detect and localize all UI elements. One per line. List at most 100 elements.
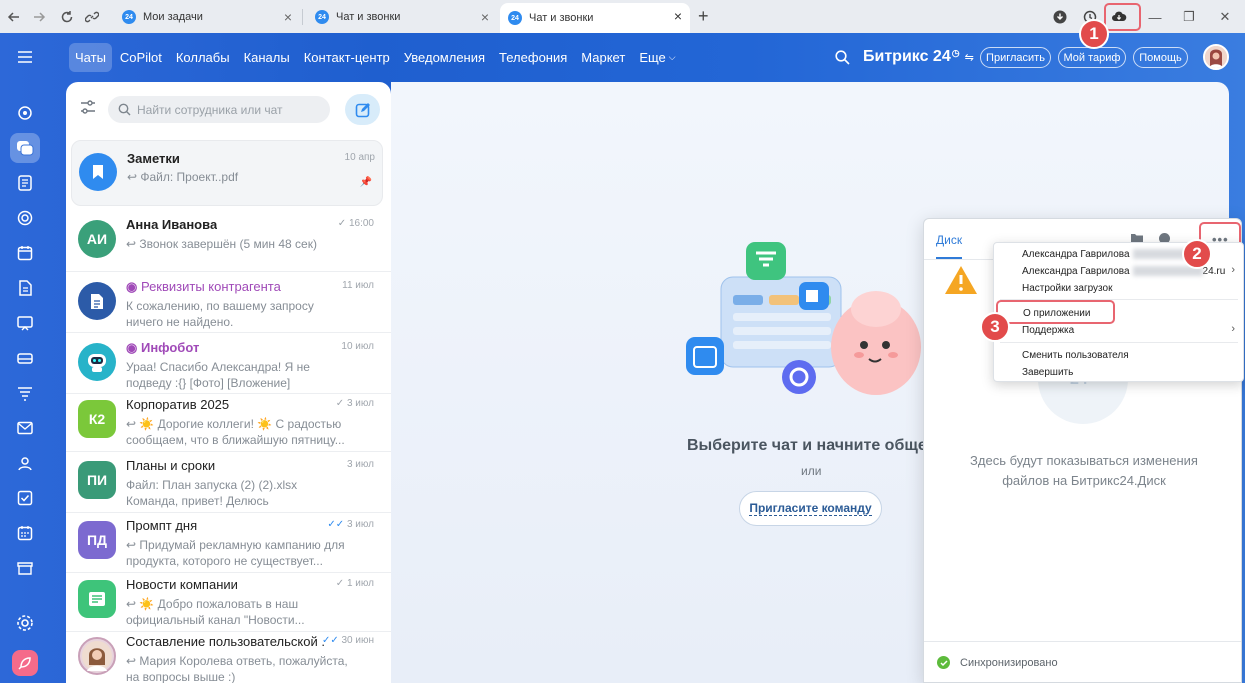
settings-icon[interactable]	[10, 608, 40, 638]
chat-title: ◉ Реквизиты контрагента	[126, 279, 281, 295]
browser-tab-3-active[interactable]: 24 Чат и звонки ×	[500, 3, 690, 33]
menu-item-chats[interactable]: Чаты	[69, 43, 112, 72]
document-icon[interactable]	[10, 273, 40, 303]
menu-item-copilot[interactable]: CoPilot	[114, 43, 168, 72]
menu-switch-user[interactable]: Сменить пользователя	[1022, 350, 1129, 361]
invite-team-label: Пригласите команду	[749, 501, 872, 516]
avatar: ПИ	[78, 461, 116, 499]
chat-date-text: 3 июл	[346, 519, 374, 530]
menu-item-notifications[interactable]: Уведомления	[398, 43, 491, 72]
checklist-icon[interactable]	[10, 483, 40, 513]
bookmark-icon	[79, 153, 117, 191]
help-button[interactable]: Помощь	[1133, 47, 1188, 68]
new-chat-button[interactable]	[345, 94, 380, 125]
chat-item-notes[interactable]: Заметки 10 апр ↩ Файл: Проект..pdf 📌	[71, 140, 383, 206]
menu-item-channels[interactable]: Каналы	[238, 43, 296, 72]
chat-item[interactable]: ПИ Планы и сроки 3 июл Файл: План запуск…	[66, 451, 391, 513]
chat-item[interactable]: Составление пользовательской ... ✓✓ 30 и…	[66, 627, 391, 683]
menu-user-1[interactable]: Александра Гаврилова	[1022, 249, 1203, 260]
double-check-icon: ✓✓	[327, 519, 347, 530]
empty-state-title: Выберите чат и начните общени	[687, 437, 947, 454]
menu-item-market[interactable]: Маркет	[575, 43, 631, 72]
link-icon[interactable]	[82, 7, 102, 27]
chat-icon[interactable]	[10, 133, 40, 163]
window-close-icon[interactable]: ✕	[1214, 6, 1236, 28]
menu-user-2-name: Александра Гаврилова	[1022, 266, 1130, 277]
chat-item[interactable]: К2 Корпоратив 2025 ✓ 3 июл ↩ ☀️ Дорогие …	[66, 390, 391, 452]
chat-date: ✓ 1 июл	[336, 578, 374, 589]
menu-download-settings[interactable]: Настройки загрузок	[1022, 283, 1112, 294]
chevron-right-icon: ›	[1231, 264, 1235, 276]
drive-icon[interactable]	[10, 343, 40, 373]
minimize-icon[interactable]: —	[1144, 6, 1166, 28]
maximize-icon[interactable]: ❐	[1178, 6, 1200, 28]
news-avatar-icon	[78, 580, 116, 618]
browser-tab-1[interactable]: 24 Мои задачи ×	[114, 4, 300, 30]
avatar: ПД	[78, 521, 116, 559]
robot-avatar-icon	[78, 343, 116, 381]
my-tariff-button[interactable]: Мой тариф	[1058, 47, 1126, 68]
clock-icon: ◷	[951, 47, 960, 58]
menu-exit[interactable]: Завершить	[1022, 367, 1073, 378]
check-circle-icon	[937, 656, 950, 669]
rocket-icon[interactable]	[12, 650, 38, 676]
chat-preview: ↩ ☀️ Добро пожаловать в наш официальный …	[126, 597, 305, 627]
board-icon[interactable]	[10, 308, 40, 338]
annotation-badge-3: 3	[980, 312, 1010, 342]
chat-item[interactable]: ◉ Инфобот 10 июл Ураа! Спасибо Александр…	[66, 333, 391, 394]
menu-item-collabs[interactable]: Коллабы	[170, 43, 236, 72]
sliders-icon[interactable]: ⇋	[965, 51, 974, 64]
sync-status-text: Синхронизировано	[960, 656, 1058, 669]
invite-team-button[interactable]: Пригласите команду	[739, 491, 882, 526]
chevron-right-icon: ›	[1231, 323, 1235, 335]
menu-support[interactable]: Поддержка	[1022, 325, 1074, 336]
menu-item-telephony[interactable]: Телефония	[493, 43, 573, 72]
browser-tab-2[interactable]: 24 Чат и звонки ×	[307, 4, 497, 30]
chat-search-input[interactable]: Найти сотрудника или чат	[108, 96, 330, 123]
chat-item[interactable]: АИ Анна Иванова ✓ 16:00 ↩ Звонок завершё…	[66, 210, 391, 272]
reload-icon[interactable]	[57, 7, 77, 27]
search-icon[interactable]	[835, 50, 850, 65]
download-icon[interactable]	[1049, 6, 1071, 28]
calendar-icon[interactable]	[10, 238, 40, 268]
chat-date: ✓✓ 30 июн	[322, 635, 374, 646]
tasks-icon[interactable]	[10, 168, 40, 198]
chat-item[interactable]: Новости компании ✓ 1 июл ↩ ☀️ Добро пожа…	[66, 570, 391, 632]
close-icon[interactable]: ×	[284, 10, 292, 24]
disk-empty-text: Здесь будут показываться изменения файло…	[970, 453, 1198, 488]
menu-item-contact-center[interactable]: Контакт-центр	[298, 43, 396, 72]
invite-button[interactable]: Пригласить	[980, 47, 1051, 68]
close-icon[interactable]: ×	[481, 10, 489, 24]
chat-title-text: Инфобот	[140, 340, 200, 355]
tab-disk[interactable]: Диск	[936, 233, 962, 247]
filter-funnel-icon[interactable]	[10, 378, 40, 408]
new-tab-icon[interactable]: +	[698, 6, 709, 26]
chat-item[interactable]: ◉ Реквизиты контрагента 11 июл К сожален…	[66, 272, 391, 333]
menu-item-more[interactable]: Еще ⌵	[633, 43, 681, 72]
brand-name: Битрикс 24	[863, 48, 951, 65]
menu-icon[interactable]	[10, 42, 40, 72]
annotation-badge-1: 1	[1079, 19, 1109, 49]
tab-title: Чат и звонки	[529, 12, 594, 24]
store-icon[interactable]	[10, 553, 40, 583]
chat-item[interactable]: ПД Промпт дня ✓✓ 3 июл ↩ Придумай реклам…	[66, 511, 391, 573]
chat-preview: ↩ Звонок завершён (5 мин 48 сек)	[126, 237, 317, 251]
contacts-icon[interactable]	[10, 448, 40, 478]
target-icon[interactable]	[10, 203, 40, 233]
menu-item-more-label: Еще	[639, 50, 666, 65]
close-icon[interactable]: ×	[674, 9, 682, 23]
chat-preview: ↩ ☀️ Дорогие коллеги! ☀️ С радостью сооб…	[126, 417, 345, 447]
mail-icon[interactable]	[10, 413, 40, 443]
brand-logo: Битрикс 24 ◷ ⇋	[863, 48, 974, 66]
user-avatar[interactable]	[1203, 44, 1229, 70]
forward-icon[interactable]	[29, 7, 49, 27]
schedule-icon[interactable]	[10, 518, 40, 548]
back-icon[interactable]	[4, 7, 24, 27]
chat-list-panel: Найти сотрудника или чат Заметки 10 апр …	[66, 82, 391, 683]
chat-title: Промпт дня	[126, 518, 198, 533]
chat-date: 10 июл	[341, 341, 374, 352]
chat-title: Заметки	[127, 151, 180, 166]
copilot-icon[interactable]	[10, 98, 40, 128]
filter-icon[interactable]	[80, 100, 96, 114]
empty-state-or: или	[801, 464, 822, 478]
